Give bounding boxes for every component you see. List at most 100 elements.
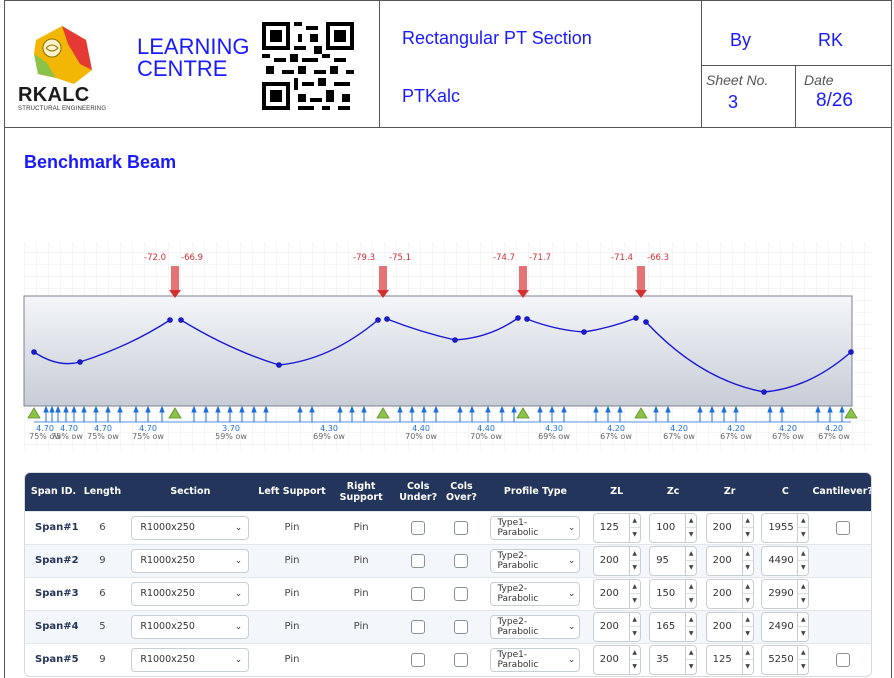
spinner-buttons[interactable]: ▲ ▼	[797, 645, 809, 674]
spin-up-icon[interactable]: ▲	[686, 514, 697, 528]
zl-input[interactable]: 200 ▲ ▼	[592, 578, 641, 609]
spinner-buttons[interactable]: ▲ ▼	[628, 645, 640, 674]
spinner-buttons[interactable]: ▲ ▼	[685, 546, 697, 575]
cols-over-checkbox[interactable]	[454, 586, 469, 601]
profile-type-select[interactable]: Type2-Parabolic ⌄	[490, 548, 581, 573]
cantilever-checkbox[interactable]	[835, 520, 850, 535]
spin-down-icon[interactable]: ▼	[630, 627, 640, 641]
section-select[interactable]: R1000x250 ⌄	[131, 515, 250, 540]
spin-down-icon[interactable]: ▼	[686, 660, 696, 674]
section-select[interactable]: R1000x250 ⌄	[131, 548, 250, 573]
spin-down-icon[interactable]: ▼	[630, 528, 640, 542]
spin-down-icon[interactable]: ▼	[798, 561, 808, 575]
spinner-buttons[interactable]: ▲ ▼	[741, 645, 753, 674]
spin-up-icon[interactable]: ▲	[686, 613, 697, 627]
spinner-buttons[interactable]: ▲ ▼	[628, 546, 640, 575]
spin-down-icon[interactable]: ▼	[686, 528, 696, 542]
spin-up-icon[interactable]: ▲	[629, 613, 640, 627]
spin-down-icon[interactable]: ▼	[686, 561, 696, 575]
spin-down-icon[interactable]: ▼	[798, 627, 808, 641]
zc-input[interactable]: 35 ▲ ▼	[649, 644, 698, 675]
spin-up-icon[interactable]: ▲	[686, 646, 697, 661]
spin-down-icon[interactable]: ▼	[743, 660, 753, 674]
cols-over-checkbox[interactable]	[454, 619, 469, 634]
cols-over-checkbox[interactable]	[454, 520, 469, 535]
spin-up-icon[interactable]: ▲	[742, 613, 753, 627]
section-select[interactable]: R1000x250 ⌄	[131, 647, 250, 672]
spin-up-icon[interactable]: ▲	[798, 646, 809, 661]
cols-under-checkbox[interactable]	[411, 553, 426, 568]
spinner-buttons[interactable]: ▲ ▼	[685, 645, 697, 674]
spinner-buttons[interactable]: ▲ ▼	[685, 513, 697, 542]
spin-down-icon[interactable]: ▼	[743, 561, 753, 575]
spin-up-icon[interactable]: ▲	[629, 646, 640, 661]
spin-up-icon[interactable]: ▲	[629, 547, 640, 561]
c-input[interactable]: 5250 ▲ ▼	[761, 644, 810, 675]
zc-input[interactable]: 150 ▲ ▼	[649, 578, 698, 609]
zr-input[interactable]: 200 ▲ ▼	[705, 512, 754, 543]
profile-type-select[interactable]: Type2-Parabolic ⌄	[490, 581, 581, 606]
spin-down-icon[interactable]: ▼	[743, 528, 753, 542]
cols-over-checkbox[interactable]	[454, 652, 469, 667]
spin-up-icon[interactable]: ▲	[798, 613, 809, 627]
spin-down-icon[interactable]: ▼	[686, 594, 696, 608]
c-input[interactable]: 4490 ▲ ▼	[761, 545, 810, 576]
spinner-buttons[interactable]: ▲ ▼	[797, 612, 809, 641]
cols-over-checkbox[interactable]	[454, 553, 469, 568]
section-select[interactable]: R1000x250 ⌄	[131, 581, 250, 606]
zc-input[interactable]: 95 ▲ ▼	[649, 545, 698, 576]
spinner-buttons[interactable]: ▲ ▼	[685, 612, 697, 641]
spinner-buttons[interactable]: ▲ ▼	[797, 546, 809, 575]
spinner-buttons[interactable]: ▲ ▼	[628, 612, 640, 641]
profile-type-select[interactable]: Type2-Parabolic ⌄	[490, 614, 581, 639]
spinner-buttons[interactable]: ▲ ▼	[797, 513, 809, 542]
zc-input[interactable]: 100 ▲ ▼	[649, 512, 698, 543]
zl-input[interactable]: 125 ▲ ▼	[592, 512, 641, 543]
zr-input[interactable]: 125 ▲ ▼	[705, 644, 754, 675]
spin-up-icon[interactable]: ▲	[629, 514, 640, 528]
spin-down-icon[interactable]: ▼	[630, 594, 640, 608]
zl-input[interactable]: 200 ▲ ▼	[592, 611, 641, 642]
c-input[interactable]: 1955 ▲ ▼	[761, 512, 810, 543]
spin-up-icon[interactable]: ▲	[686, 547, 697, 561]
spinner-buttons[interactable]: ▲ ▼	[741, 612, 753, 641]
spinner-buttons[interactable]: ▲ ▼	[741, 513, 753, 542]
spin-up-icon[interactable]: ▲	[742, 514, 753, 528]
spinner-buttons[interactable]: ▲ ▼	[797, 579, 809, 608]
spin-up-icon[interactable]: ▲	[742, 580, 753, 594]
spinner-buttons[interactable]: ▲ ▼	[628, 513, 640, 542]
zc-input[interactable]: 165 ▲ ▼	[649, 611, 698, 642]
spin-up-icon[interactable]: ▲	[686, 580, 697, 594]
zr-input[interactable]: 200 ▲ ▼	[705, 545, 754, 576]
spin-up-icon[interactable]: ▲	[798, 547, 809, 561]
zl-input[interactable]: 200 ▲ ▼	[592, 644, 641, 675]
cols-under-checkbox[interactable]	[411, 652, 426, 667]
spinner-buttons[interactable]: ▲ ▼	[685, 579, 697, 608]
zl-input[interactable]: 200 ▲ ▼	[592, 545, 641, 576]
spin-up-icon[interactable]: ▲	[742, 547, 753, 561]
spinner-buttons[interactable]: ▲ ▼	[741, 579, 753, 608]
spin-up-icon[interactable]: ▲	[742, 646, 753, 661]
cols-under-checkbox[interactable]	[411, 586, 426, 601]
spin-up-icon[interactable]: ▲	[798, 514, 809, 528]
spinner-buttons[interactable]: ▲ ▼	[628, 579, 640, 608]
c-input[interactable]: 2990 ▲ ▼	[761, 578, 810, 609]
zr-input[interactable]: 200 ▲ ▼	[705, 611, 754, 642]
cantilever-checkbox[interactable]	[835, 652, 850, 667]
spin-down-icon[interactable]: ▼	[743, 594, 753, 608]
section-select[interactable]: R1000x250 ⌄	[131, 614, 250, 639]
spin-down-icon[interactable]: ▼	[798, 594, 808, 608]
spin-up-icon[interactable]: ▲	[798, 580, 809, 594]
profile-type-select[interactable]: Type1-Parabolic ⌄	[490, 647, 581, 672]
spin-down-icon[interactable]: ▼	[630, 660, 640, 674]
cols-under-checkbox[interactable]	[411, 520, 426, 535]
spin-down-icon[interactable]: ▼	[798, 528, 808, 542]
spin-down-icon[interactable]: ▼	[630, 561, 640, 575]
spin-down-icon[interactable]: ▼	[743, 627, 753, 641]
spin-up-icon[interactable]: ▲	[629, 580, 640, 594]
cols-under-checkbox[interactable]	[411, 619, 426, 634]
spin-down-icon[interactable]: ▼	[798, 660, 808, 674]
zr-input[interactable]: 200 ▲ ▼	[705, 578, 754, 609]
profile-type-select[interactable]: Type1-Parabolic ⌄	[490, 515, 581, 540]
spin-down-icon[interactable]: ▼	[686, 627, 696, 641]
